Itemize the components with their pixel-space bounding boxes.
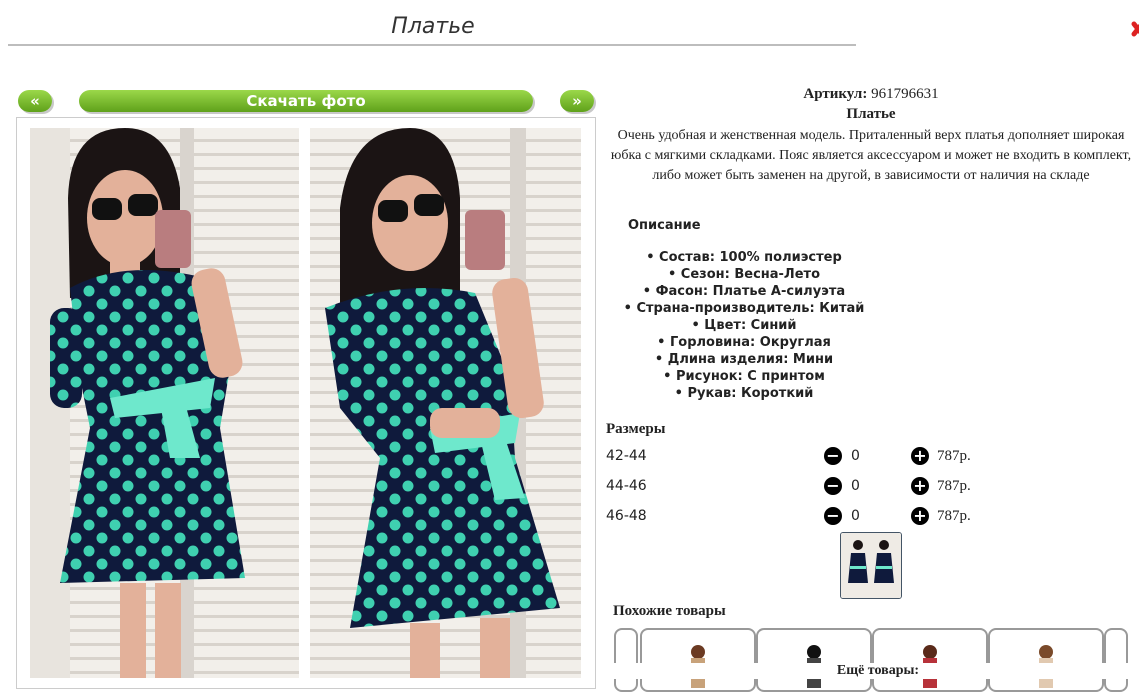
product-photo-angle[interactable] (310, 128, 581, 678)
spec-item: • Страна-производитель: Китай (623, 301, 865, 316)
size-quantity: 0 (851, 448, 860, 464)
title-divider (8, 44, 856, 46)
similar-heading: Похожие товары (613, 603, 726, 619)
sizes-heading: Размеры (606, 421, 666, 437)
specs-heading: Описание (628, 218, 701, 233)
similar-product-card[interactable] (640, 628, 756, 692)
page-title: Платье (391, 14, 475, 39)
prev-photo-button[interactable]: « (18, 90, 52, 112)
product-name: Платье (846, 106, 896, 122)
spec-item: • Длина изделия: Мини (654, 352, 834, 367)
spec-item: • Горловина: Округлая (657, 335, 831, 350)
size-row: 42-44 − 0 + 787р. (606, 446, 1006, 468)
minus-icon[interactable]: − (824, 507, 842, 525)
size-row: 44-46 − 0 + 787р. (606, 476, 1006, 498)
size-label: 46-48 (606, 508, 647, 524)
close-icon[interactable] (1128, 14, 1139, 44)
minus-icon[interactable]: − (824, 447, 842, 465)
specs-list: • Состав: 100% полиэстер • Сезон: Весна-… (606, 249, 882, 402)
product-photo-front[interactable] (30, 128, 299, 678)
similar-scroll-right[interactable] (1104, 628, 1128, 692)
similar-product-card[interactable] (756, 628, 872, 692)
article-line: Артикул: 961796631 (606, 86, 1136, 103)
plus-icon[interactable]: + (911, 507, 929, 525)
spec-item: • Состав: 100% полиэстер (646, 250, 842, 265)
size-label: 44-46 (606, 478, 647, 494)
spec-item: • Рукав: Короткий (674, 386, 814, 401)
size-price: 787р. (937, 508, 971, 524)
download-photo-button[interactable]: Скачать фото (79, 90, 533, 112)
plus-icon[interactable]: + (911, 477, 929, 495)
next-photo-button[interactable]: » (560, 90, 594, 112)
size-label: 42-44 (606, 448, 647, 464)
size-price: 787р. (937, 448, 971, 464)
photo-thumbnail[interactable] (840, 532, 902, 599)
size-row: 46-48 − 0 + 787р. (606, 506, 1006, 528)
similar-scroll-left[interactable] (614, 628, 638, 692)
plus-icon[interactable]: + (911, 447, 929, 465)
size-price: 787р. (937, 478, 971, 494)
similar-product-card[interactable] (988, 628, 1104, 692)
more-products-heading: Ещё товары: (606, 663, 1139, 679)
similar-product-card[interactable] (872, 628, 988, 692)
spec-item: • Цвет: Синий (691, 318, 797, 333)
size-quantity: 0 (851, 508, 860, 524)
size-quantity: 0 (851, 478, 860, 494)
spec-item: • Сезон: Весна-Лето (667, 267, 821, 282)
minus-icon[interactable]: − (824, 477, 842, 495)
article-label: Артикул: (803, 86, 868, 102)
product-description: Очень удобная и женственная модель. Прит… (610, 128, 1132, 183)
article-value: 961796631 (871, 86, 939, 102)
spec-item: • Рисунок: С принтом (663, 369, 825, 384)
spec-item: • Фасон: Платье А-силуэта (642, 284, 846, 299)
